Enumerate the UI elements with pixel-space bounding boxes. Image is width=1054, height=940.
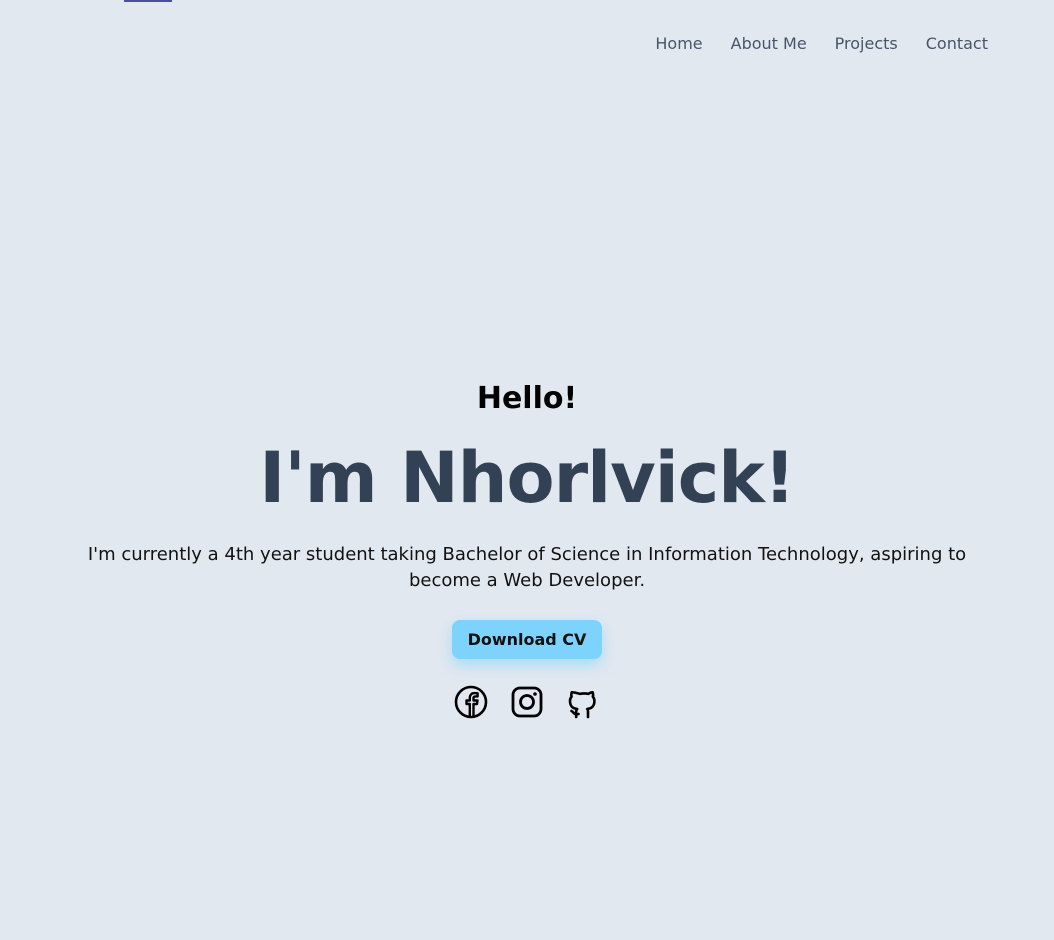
nav-item-home[interactable]: Home xyxy=(655,32,702,56)
github-icon xyxy=(568,690,596,719)
facebook-icon xyxy=(454,685,488,719)
top-accent-bar xyxy=(124,0,172,2)
nav-item-contact[interactable]: Contact xyxy=(926,32,988,56)
hero-name: I'm Nhorlvick! xyxy=(259,437,795,519)
instagram-link[interactable] xyxy=(510,685,544,719)
facebook-link[interactable] xyxy=(454,685,488,719)
main-nav: Home About Me Projects Contact xyxy=(655,32,988,56)
social-links xyxy=(0,685,1054,719)
nav-item-about-me[interactable]: About Me xyxy=(731,32,807,56)
instagram-icon xyxy=(511,686,543,718)
hero-section: Hello! I'm Nhorlvick! I'm currently a 4t… xyxy=(0,378,1054,719)
nav-item-projects[interactable]: Projects xyxy=(835,32,898,56)
download-cv-button[interactable]: Download CV xyxy=(451,620,603,659)
hero-greeting: Hello! xyxy=(476,381,578,416)
github-link[interactable] xyxy=(566,685,600,719)
hero-bio: I'm currently a 4th year student taking … xyxy=(87,544,967,591)
